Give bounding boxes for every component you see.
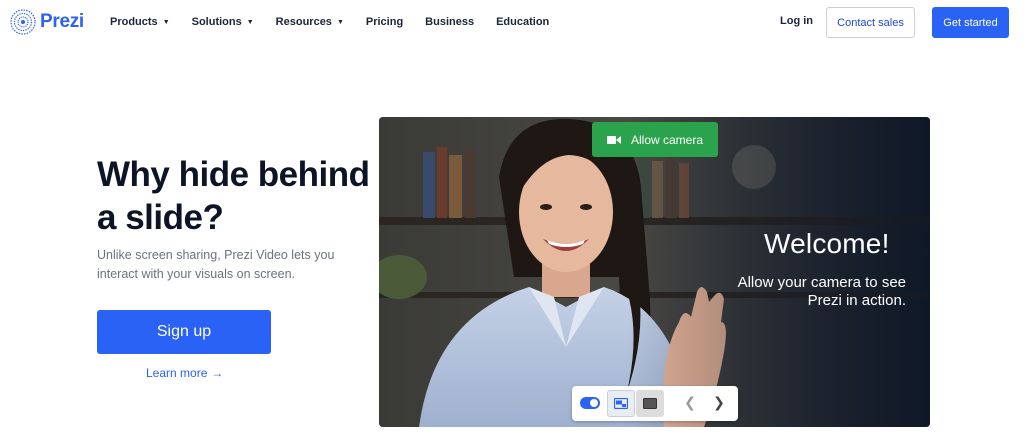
allow-camera-button[interactable]: Allow camera xyxy=(592,122,718,157)
nav-item-education[interactable]: Education xyxy=(496,16,549,28)
login-link[interactable]: Log in xyxy=(780,15,813,27)
hero-headline: Why hide behind a slide? xyxy=(97,155,370,237)
caret-down-icon: ▼ xyxy=(246,18,254,26)
nav-item-label: Business xyxy=(425,16,475,28)
contact-sales-button[interactable]: Contact sales xyxy=(826,7,915,38)
main-menu: Products ▼ Solutions ▼ Resources ▼ Pricing … xyxy=(110,0,571,44)
arrow-right-icon: → xyxy=(211,366,224,380)
presenter-video-image xyxy=(379,117,930,427)
nav-item-label: Education xyxy=(496,16,550,28)
learn-more-link[interactable]: Learn more → xyxy=(146,366,223,380)
nav-item-pricing[interactable]: Pricing xyxy=(366,16,403,28)
logo-wordmark: Prezi xyxy=(40,11,84,32)
top-navigation: Prezi Products ▼ Solutions ▼ Resources ▼ Pr… xyxy=(0,0,1024,44)
video-camera-icon xyxy=(606,135,621,144)
prezi-logo-icon xyxy=(10,9,36,35)
nav-item-label: Resources xyxy=(275,16,332,28)
nav-item-products[interactable]: Products ▼ xyxy=(110,16,170,28)
nav-item-solutions[interactable]: Solutions ▼ xyxy=(192,16,254,28)
allow-camera-label: Allow camera xyxy=(630,132,704,147)
prezi-logo[interactable]: Prezi xyxy=(10,9,84,35)
nav-item-label: Pricing xyxy=(365,16,404,28)
picture-in-picture-icon xyxy=(614,398,628,409)
welcome-heading: Welcome! xyxy=(764,228,890,259)
caret-down-icon: ▼ xyxy=(162,18,170,26)
nav-item-business[interactable]: Business xyxy=(425,16,474,28)
video-preview xyxy=(379,117,930,427)
hero-subtext: Unlike screen sharing, Prezi Video lets … xyxy=(97,248,335,281)
camera-toggle[interactable] xyxy=(580,397,600,409)
welcome-subtext: Allow your camera to see Prezi in action… xyxy=(737,274,906,309)
nav-item-label: Products xyxy=(110,16,158,28)
picture-in-picture-mode-button[interactable] xyxy=(607,390,635,417)
fullscreen-mode-button[interactable] xyxy=(636,390,664,417)
caret-down-icon: ▼ xyxy=(336,18,344,26)
chevron-right-icon[interactable]: ❯ xyxy=(711,394,727,411)
learn-more-label: Learn more xyxy=(146,366,208,380)
get-started-button[interactable]: Get started xyxy=(932,7,1009,38)
sign-up-button[interactable]: Sign up xyxy=(97,310,271,354)
nav-item-label: Solutions xyxy=(191,16,242,28)
chevron-left-icon[interactable]: ❮ xyxy=(682,394,698,411)
screen-icon xyxy=(643,398,657,409)
video-control-bar: ❮ ❯ xyxy=(572,386,738,421)
nav-item-resources[interactable]: Resources ▼ xyxy=(276,16,344,28)
